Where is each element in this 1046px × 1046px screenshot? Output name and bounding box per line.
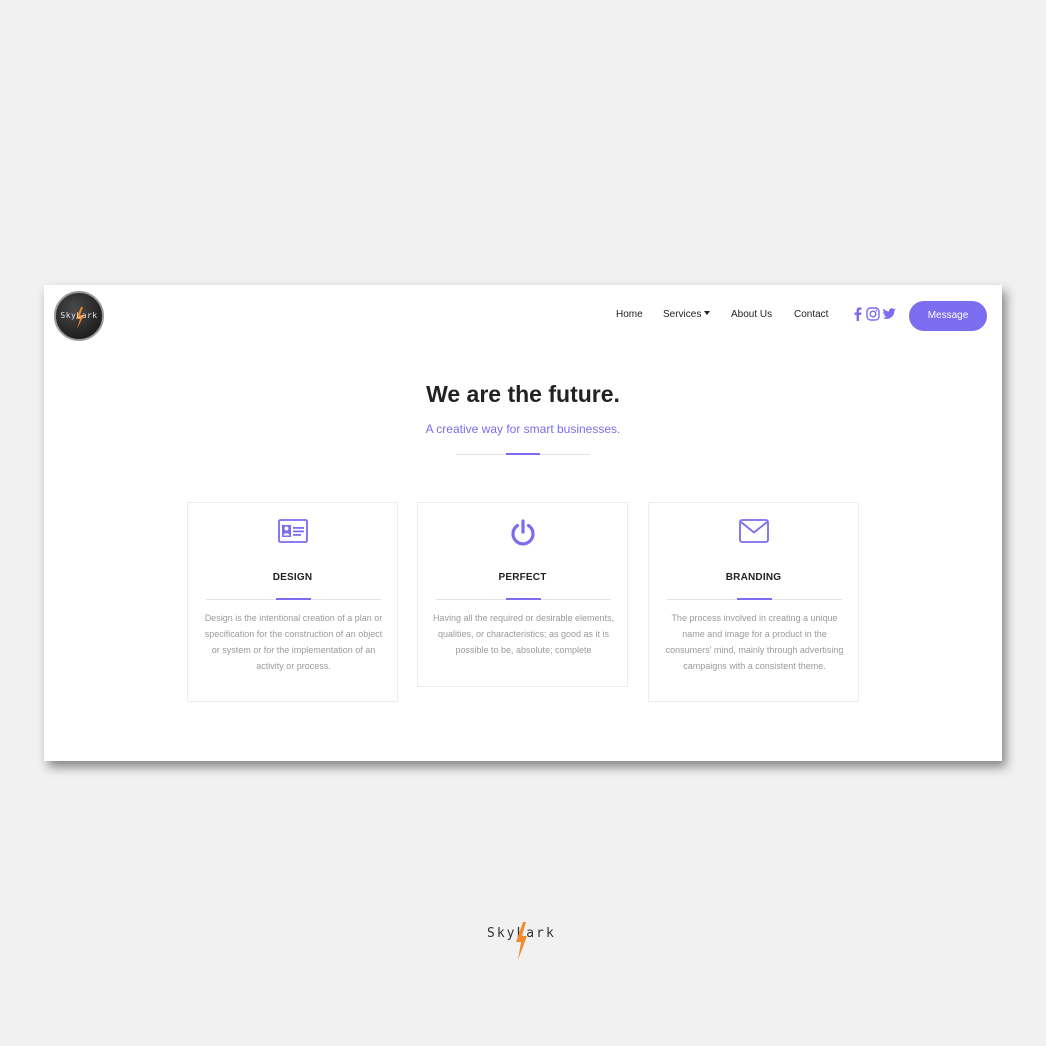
card-divider-accent (276, 598, 311, 600)
card-divider-accent (506, 598, 541, 600)
nav-item-contact[interactable]: Contact (794, 309, 828, 320)
hero-divider-accent (506, 453, 540, 455)
logo[interactable]: SkyLark (54, 291, 104, 341)
card-divider-accent (737, 598, 772, 600)
nav-item-services[interactable]: Services (663, 309, 711, 320)
power-icon (418, 519, 627, 552)
envelope-icon (649, 519, 858, 548)
card-title: DESIGN (272, 572, 313, 583)
caret-down-icon (704, 311, 711, 315)
card-description: The process involved in creating a uniqu… (665, 613, 844, 671)
card-title: PERFECT (498, 572, 547, 583)
id-card-icon (188, 519, 397, 548)
twitter-icon[interactable] (882, 307, 896, 325)
footer-logo: SkyLark (487, 922, 567, 962)
logo-text: SkyLark (60, 311, 98, 320)
nav-item-services-label: Services (663, 309, 702, 320)
website-mockup-frame: SkyLark Home Services About Us Contact M… (44, 285, 1002, 761)
message-button[interactable]: Message (909, 301, 987, 331)
hero-title: We are the future. (426, 381, 620, 407)
lightning-bolt-icon (516, 922, 527, 960)
hero-subtitle: A creative way for smart businesses. (425, 422, 621, 436)
facebook-icon[interactable] (854, 307, 862, 326)
card-description: Design is the intentional creation of a … (204, 613, 383, 671)
card-title: BRANDING (725, 572, 782, 583)
instagram-icon[interactable] (866, 307, 880, 326)
nav-item-about[interactable]: About Us (731, 309, 772, 320)
feature-card-branding: BRANDING The process involved in creatin… (648, 502, 859, 702)
nav-item-home[interactable]: Home (616, 309, 643, 320)
feature-card-perfect: PERFECT Having all the required or desir… (417, 502, 628, 687)
feature-card-design: DESIGN Design is the intentional creatio… (187, 502, 398, 702)
card-description: Having all the required or desirable ele… (432, 613, 615, 655)
